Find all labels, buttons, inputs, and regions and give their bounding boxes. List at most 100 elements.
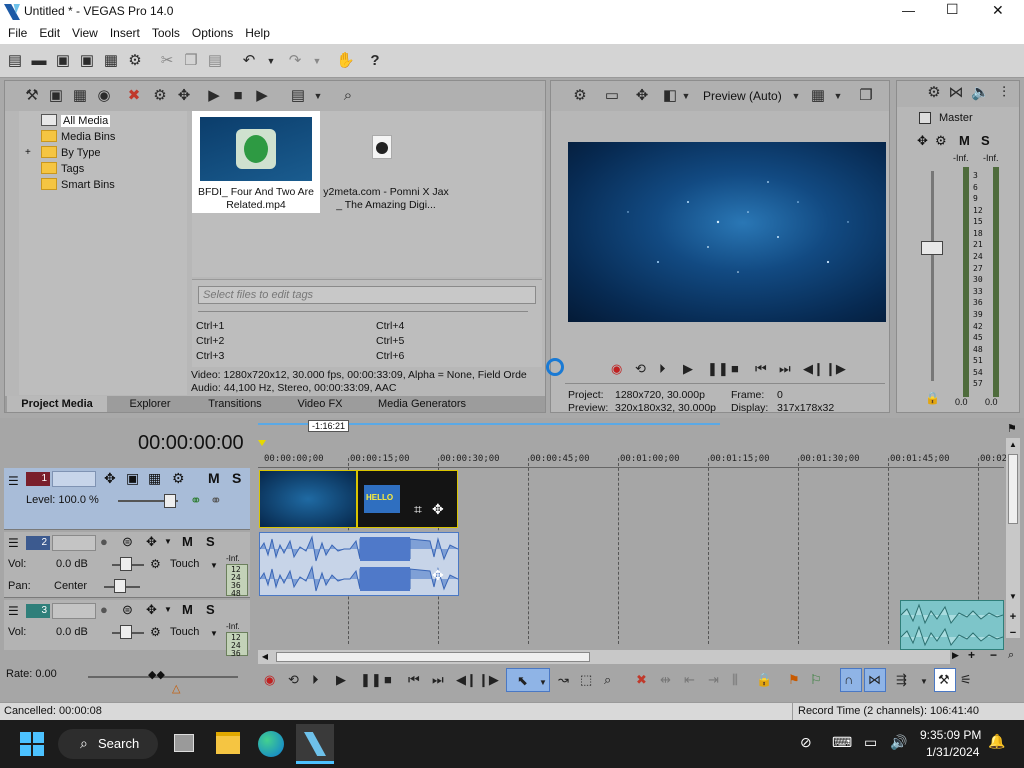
envelope-edit-tool-icon[interactable]: ↝ bbox=[558, 672, 569, 688]
tab-transitions[interactable]: Transitions bbox=[197, 396, 273, 412]
whats-this-help-icon[interactable]: ? bbox=[366, 52, 384, 70]
preview-quality-dropdown[interactable]: Preview (Auto) bbox=[703, 89, 782, 103]
automation-dropdown-icon[interactable]: ▼ bbox=[210, 561, 218, 570]
scroll-left-arrow-icon[interactable]: ◀ bbox=[258, 650, 272, 664]
track-header-audio-2[interactable]: ☰ 2 ● ⊜ ✥ ▼ M S Vol: 0.0 dB ⚙ Touch ▼ Pa… bbox=[4, 532, 250, 598]
scrollbar-thumb[interactable] bbox=[276, 652, 590, 662]
record-button[interactable]: ◉ bbox=[264, 672, 275, 688]
close-button[interactable]: ✕ bbox=[992, 2, 1004, 19]
overlays-dropdown-icon[interactable]: ▼ bbox=[829, 87, 847, 105]
auto-crossfade-button[interactable]: ⋈ bbox=[864, 668, 886, 692]
timeline-horizontal-scrollbar[interactable]: ◀ bbox=[258, 650, 950, 664]
preview-properties-icon[interactable]: ⚙ bbox=[571, 87, 589, 105]
keyboard-icon[interactable]: ⌨ bbox=[832, 734, 852, 751]
video-clip-bfdi[interactable] bbox=[259, 470, 357, 528]
pause-button[interactable]: ❚❚ bbox=[360, 672, 382, 688]
track-fx-dropdown-icon[interactable]: ▼ bbox=[164, 605, 172, 614]
rate-slider-handle[interactable]: ◆◆ bbox=[148, 668, 165, 681]
save-as-icon[interactable]: ▣ bbox=[78, 52, 96, 70]
redo-icon[interactable]: ↷ bbox=[286, 52, 304, 70]
play-from-start-button[interactable]: ⏵ bbox=[659, 361, 666, 377]
track-name-field[interactable] bbox=[52, 603, 96, 619]
split-icon[interactable]: ⫼ bbox=[732, 672, 738, 688]
timeline-vertical-scrollbar[interactable]: ▲ ▼ + − bbox=[1006, 438, 1020, 639]
composite-child-icon[interactable]: ⚭ bbox=[210, 492, 222, 509]
tree-item-by-type[interactable]: By Type bbox=[41, 145, 101, 161]
track-solo-button[interactable]: S bbox=[206, 602, 215, 617]
tree-item-smart-bins[interactable]: Smart Bins bbox=[41, 177, 115, 193]
tree-item-tags[interactable]: Tags bbox=[41, 161, 84, 177]
prev-frame-button[interactable]: ◀❙ bbox=[456, 672, 477, 688]
interactive-tutorial-icon[interactable]: ✋ bbox=[336, 52, 355, 70]
zoom-out-horizontal-icon[interactable]: − bbox=[990, 648, 997, 662]
track-solo-button[interactable]: S bbox=[232, 470, 241, 486]
menu-file[interactable]: File bbox=[2, 24, 33, 40]
task-view-icon[interactable] bbox=[174, 734, 194, 752]
web-media-icon[interactable]: ◉ bbox=[95, 87, 113, 105]
prev-frame-button[interactable]: ◀❙ bbox=[803, 361, 824, 377]
arm-record-icon[interactable]: ● bbox=[100, 534, 108, 549]
meet-now-icon[interactable]: ⊘ bbox=[800, 734, 812, 751]
automation-mode[interactable]: Touch bbox=[170, 626, 199, 638]
go-to-end-button[interactable]: ⏭ bbox=[779, 361, 791, 377]
track-solo-button[interactable]: S bbox=[206, 534, 215, 549]
tab-video-fx[interactable]: Video FX bbox=[285, 396, 355, 412]
views-icon[interactable]: ▤ bbox=[289, 87, 307, 105]
master-lock-icon[interactable]: 🔒 bbox=[925, 391, 940, 405]
time-ruler[interactable]: 00:00:00;00 00:00:15;00 00:00:30;00 00:0… bbox=[258, 452, 1007, 468]
file-explorer-icon[interactable] bbox=[216, 732, 240, 754]
master-gear-icon[interactable]: ⚙ bbox=[935, 133, 947, 149]
display-icon[interactable]: ▭ bbox=[864, 734, 877, 751]
trim-end-icon[interactable]: ⇥ bbox=[708, 672, 719, 688]
track-fx-dropdown-icon[interactable]: ▼ bbox=[164, 537, 172, 546]
lock-envelopes-button[interactable]: ⚒ bbox=[934, 668, 956, 692]
master-properties-icon[interactable]: ⚙ bbox=[925, 84, 943, 102]
next-frame-button[interactable]: ❙▶ bbox=[825, 361, 846, 377]
network-volume-icon[interactable]: 🔊 bbox=[890, 734, 907, 751]
stop-button[interactable]: ■ bbox=[731, 361, 739, 377]
clock-date[interactable]: 1/31/2024 bbox=[926, 745, 979, 759]
overlays-grid-icon[interactable]: ▦ bbox=[809, 87, 827, 105]
play-preview-icon[interactable]: ▶ bbox=[205, 87, 223, 105]
split-screen-dropdown-icon[interactable]: ▼ bbox=[677, 87, 695, 105]
automation-gear-icon[interactable]: ⚙ bbox=[150, 625, 161, 639]
menu-view[interactable]: View bbox=[66, 24, 104, 40]
lock-icon[interactable]: 🔒 bbox=[756, 672, 772, 688]
level-slider-handle[interactable] bbox=[164, 494, 176, 508]
track-header-video-1[interactable]: ☰ 1 ✥ ▣ ▦ ⚙ M S Level: 100.0 % ⚭ ⚭ bbox=[4, 468, 250, 530]
zoom-in-vertical-icon[interactable]: + bbox=[1006, 610, 1020, 624]
edge-browser-icon[interactable] bbox=[258, 731, 284, 757]
track-collapse-icon[interactable]: ☰ bbox=[8, 474, 19, 488]
remove-media-icon[interactable]: ✖ bbox=[125, 87, 143, 105]
normal-edit-tool-button[interactable]: ⬉ ▼ bbox=[506, 668, 550, 692]
invert-phase-icon[interactable]: ⊜ bbox=[122, 534, 133, 550]
media-properties-icon[interactable]: ✥ bbox=[175, 87, 193, 105]
stop-button[interactable]: ■ bbox=[384, 672, 392, 688]
tree-expand-by-type[interactable]: + bbox=[25, 145, 31, 161]
play-from-start-button[interactable]: ⏵ bbox=[312, 672, 319, 688]
loop-playback-button[interactable]: ⟲ bbox=[288, 672, 299, 688]
new-file-icon[interactable]: ▤ bbox=[6, 52, 24, 70]
vol-slider-handle[interactable] bbox=[120, 625, 132, 639]
preview-quality-dropdown-icon[interactable]: ▼ bbox=[787, 87, 805, 105]
automation-mode[interactable]: Touch bbox=[170, 558, 199, 570]
ignore-grouping-icon[interactable]: ⚟ bbox=[960, 672, 972, 688]
track-mute-button[interactable]: M bbox=[182, 534, 193, 549]
track-name-field[interactable] bbox=[52, 471, 96, 487]
tab-media-generators[interactable]: Media Generators bbox=[367, 396, 477, 412]
zoom-magnifier-icon[interactable]: ⌕ bbox=[1008, 649, 1014, 662]
play-button[interactable]: ▶ bbox=[683, 361, 693, 377]
automation-gear-icon[interactable]: ⚙ bbox=[150, 557, 161, 571]
save-icon[interactable]: ▣ bbox=[54, 52, 72, 70]
tree-item-media-bins[interactable]: Media Bins bbox=[41, 129, 115, 145]
menu-edit[interactable]: Edit bbox=[33, 24, 66, 40]
record-button[interactable]: ◉ bbox=[611, 361, 622, 377]
tab-project-media[interactable]: Project Media bbox=[7, 396, 107, 412]
media-item-y2meta[interactable]: y2meta.com - Pomni X Jax _ The Amazing D… bbox=[322, 111, 450, 213]
track-mute-button[interactable]: M bbox=[208, 470, 220, 486]
auto-preview-icon[interactable]: ▶ bbox=[253, 87, 271, 105]
clip-fx-icon[interactable]: ✥ bbox=[432, 501, 444, 518]
track-motion-icon[interactable]: ✥ bbox=[104, 470, 116, 487]
arm-record-icon[interactable]: ● bbox=[100, 602, 108, 617]
paste-icon[interactable]: ▤ bbox=[206, 52, 224, 70]
